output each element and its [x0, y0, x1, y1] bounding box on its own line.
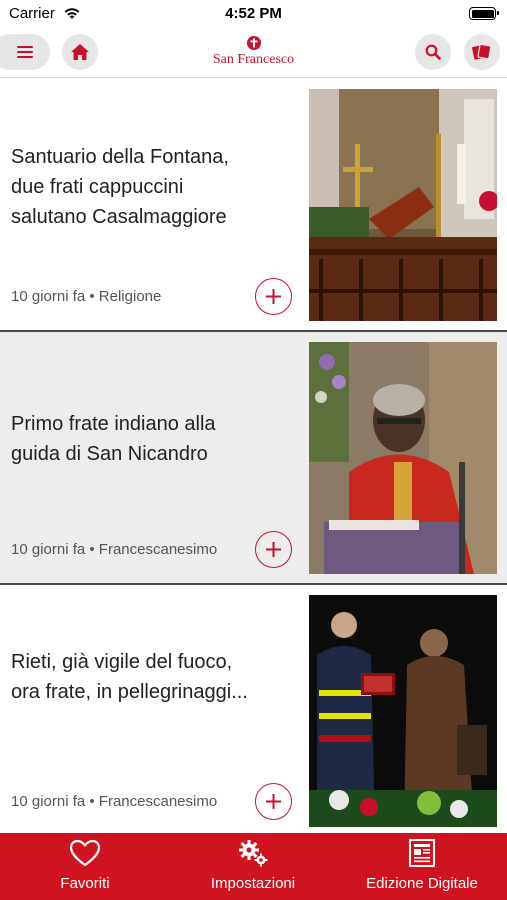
home-button[interactable] [62, 34, 98, 70]
tab-label: Edizione Digitale [366, 875, 478, 892]
tab-label: Impostazioni [210, 875, 296, 892]
add-favorite-button[interactable] [255, 531, 292, 568]
menu-button[interactable] [0, 34, 50, 70]
status-bar: Carrier 4:52 PM [0, 0, 507, 28]
logo-text: San Francesco [212, 52, 295, 67]
article-title-line: salutano Casalmaggiore [11, 206, 227, 228]
menu-icon [17, 46, 33, 58]
article-card[interactable]: Santuario della Fontana, due frati cappu… [0, 79, 507, 330]
bottom-tab-bar: Favoriti Impostazioni Edizione Digitale [0, 833, 507, 900]
magazine-icon [472, 43, 492, 60]
tab-favoriti[interactable]: Favoriti [30, 833, 140, 900]
add-favorite-button[interactable] [255, 783, 292, 820]
home-icon [71, 44, 89, 60]
logo-mark-icon [246, 36, 261, 50]
app-header: San Francesco [0, 28, 507, 78]
article-thumbnail-firefighter[interactable] [309, 595, 497, 827]
heart-icon [69, 839, 101, 867]
magazine-button[interactable] [464, 34, 500, 70]
plus-icon [266, 794, 281, 809]
article-title-line: Primo frate indiano alla [11, 413, 216, 435]
article-title[interactable]: Primo frate indiano alla guida di San Ni… [11, 409, 296, 469]
article-title[interactable]: Rieti, già vigile del fuoco, ora frate, … [11, 647, 296, 707]
search-button[interactable] [415, 34, 451, 70]
tab-edizione-digitale[interactable]: Edizione Digitale [352, 833, 492, 900]
newspaper-icon [409, 839, 435, 867]
plus-icon [266, 542, 281, 557]
search-icon [425, 44, 441, 60]
add-favorite-button[interactable] [255, 278, 292, 315]
plus-icon [266, 289, 281, 304]
article-thumbnail-friar[interactable] [309, 342, 497, 574]
article-card[interactable]: Primo frate indiano alla guida di San Ni… [0, 332, 507, 583]
article-meta: 10 giorni fa • Francescanesimo [11, 541, 218, 558]
article-thumbnail-altar[interactable] [309, 89, 497, 321]
article-title-line: due frati cappuccini [11, 176, 184, 198]
article-title-line: Rieti, già vigile del fuoco, [11, 651, 233, 673]
san-francesco-logo[interactable]: San Francesco [190, 36, 317, 72]
battery-icon [469, 7, 499, 20]
status-time: 4:52 PM [225, 5, 282, 22]
article-title-line: Santuario della Fontana, [11, 146, 229, 168]
tab-label: Favoriti [60, 875, 110, 892]
article-title-line: ora frate, in pellegrinaggi... [11, 681, 248, 703]
article-meta: 10 giorni fa • Francescanesimo [11, 793, 218, 810]
gears-icon [239, 840, 268, 867]
article-title-line: guida di San Nicandro [11, 443, 208, 465]
article-card[interactable]: Rieti, già vigile del fuoco, ora frate, … [0, 585, 507, 833]
article-meta: 10 giorni fa • Religione [11, 288, 162, 305]
tab-impostazioni[interactable]: Impostazioni [188, 833, 318, 900]
article-title[interactable]: Santuario della Fontana, due frati cappu… [11, 142, 296, 232]
